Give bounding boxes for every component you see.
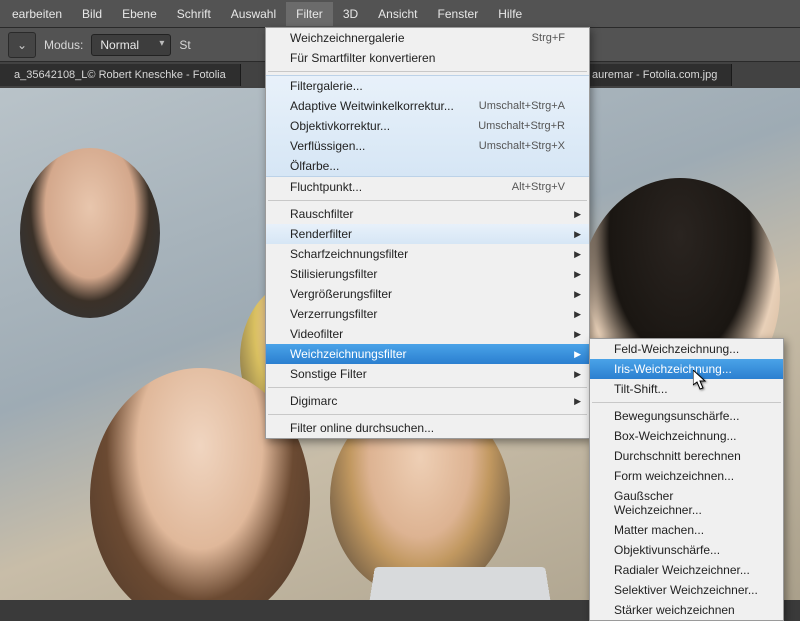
modus-label: Modus: (44, 38, 83, 52)
menu-item-verzerrungsfilter[interactable]: Verzerrungsfilter (266, 304, 589, 324)
submenu-item-objektivunschaerfe[interactable]: Objektivunschärfe... (590, 540, 783, 560)
menu-item-vergroesserungsfilter[interactable]: Vergrößerungsfilter (266, 284, 589, 304)
submenu-item-staerker[interactable]: Stärker weichzeichnen (590, 600, 783, 620)
menu-item-oelfarbe[interactable]: Ölfarbe... (266, 156, 589, 176)
menu-separator (268, 414, 587, 415)
menu-separator (268, 387, 587, 388)
menu-group-highlight: Filtergalerie... Adaptive Weitwinkelkorr… (266, 75, 589, 177)
weichzeichnungsfilter-submenu: Feld-Weichzeichnung... Iris-Weichzeichnu… (589, 338, 784, 621)
menu-item-filter-online[interactable]: Filter online durchsuchen... (266, 418, 589, 438)
menu-item-stilisierungsfilter[interactable]: Stilisierungsfilter (266, 264, 589, 284)
st-label: St (179, 38, 190, 52)
blend-mode-dropdown[interactable]: Normal (91, 34, 171, 56)
submenu-item-durchschnitt[interactable]: Durchschnitt berechnen (590, 446, 783, 466)
menu-item-fluchtpunkt[interactable]: Fluchtpunkt...Alt+Strg+V (266, 177, 589, 197)
menu-item-digimarc[interactable]: Digimarc (266, 391, 589, 411)
tool-preset-picker[interactable]: ⌄ (8, 32, 36, 58)
menu-bild[interactable]: Bild (72, 2, 112, 26)
submenu-item-form-weichzeichnen[interactable]: Form weichzeichnen... (590, 466, 783, 486)
menu-auswahl[interactable]: Auswahl (221, 2, 286, 26)
submenu-item-selektiver[interactable]: Selektiver Weichzeichner... (590, 580, 783, 600)
menu-item-scharfzeichnungsfilter[interactable]: Scharfzeichnungsfilter (266, 244, 589, 264)
submenu-item-matter-machen[interactable]: Matter machen... (590, 520, 783, 540)
document-tab[interactable]: a_35642108_L© Robert Kneschke - Fotolia (0, 64, 241, 86)
menu-item-rauschfilter[interactable]: Rauschfilter (266, 204, 589, 224)
menu-item-sonstige-filter[interactable]: Sonstige Filter (266, 364, 589, 384)
filter-menu: Weichzeichnergalerie Strg+F Für Smartfil… (265, 27, 590, 439)
menu-hilfe[interactable]: Hilfe (488, 2, 532, 26)
menu-item-smartfilter-konvertieren[interactable]: Für Smartfilter konvertieren (266, 48, 589, 68)
menu-3d[interactable]: 3D (333, 2, 368, 26)
menubar: earbeiten Bild Ebene Schrift Auswahl Fil… (0, 0, 800, 27)
menu-item-objektivkorrektur[interactable]: Objektivkorrektur...Umschalt+Strg+R (266, 116, 589, 136)
menu-ansicht[interactable]: Ansicht (368, 2, 427, 26)
menu-item-videofilter[interactable]: Videofilter (266, 324, 589, 344)
menu-item-filtergalerie[interactable]: Filtergalerie... (266, 76, 589, 96)
menu-schrift[interactable]: Schrift (167, 2, 221, 26)
submenu-item-tilt-shift[interactable]: Tilt-Shift... (590, 379, 783, 399)
menu-item-weichzeichnungsfilter[interactable]: Weichzeichnungsfilter (266, 344, 589, 364)
menu-separator (592, 402, 781, 403)
menu-item-renderfilter[interactable]: Renderfilter (266, 224, 589, 244)
menu-fenster[interactable]: Fenster (428, 2, 489, 26)
menu-bearbeiten[interactable]: earbeiten (2, 2, 72, 26)
menu-separator (268, 200, 587, 201)
menu-item-adaptive-weitwinkel[interactable]: Adaptive Weitwinkelkorrektur...Umschalt+… (266, 96, 589, 116)
menu-ebene[interactable]: Ebene (112, 2, 167, 26)
submenu-item-radialer[interactable]: Radialer Weichzeichner... (590, 560, 783, 580)
menu-filter[interactable]: Filter (286, 2, 333, 26)
menu-item-verfluessigen[interactable]: Verflüssigen...Umschalt+Strg+X (266, 136, 589, 156)
menu-item-weichzeichnergalerie[interactable]: Weichzeichnergalerie Strg+F (266, 28, 589, 48)
submenu-item-box-weichzeichnung[interactable]: Box-Weichzeichnung... (590, 426, 783, 446)
menu-separator (268, 71, 587, 72)
submenu-item-iris-weichzeichnung[interactable]: Iris-Weichzeichnung... (590, 359, 783, 379)
submenu-item-bewegungsunschaerfe[interactable]: Bewegungsunschärfe... (590, 406, 783, 426)
submenu-item-gausscher[interactable]: Gaußscher Weichzeichner... (590, 486, 783, 520)
submenu-item-feld-weichzeichnung[interactable]: Feld-Weichzeichnung... (590, 339, 783, 359)
